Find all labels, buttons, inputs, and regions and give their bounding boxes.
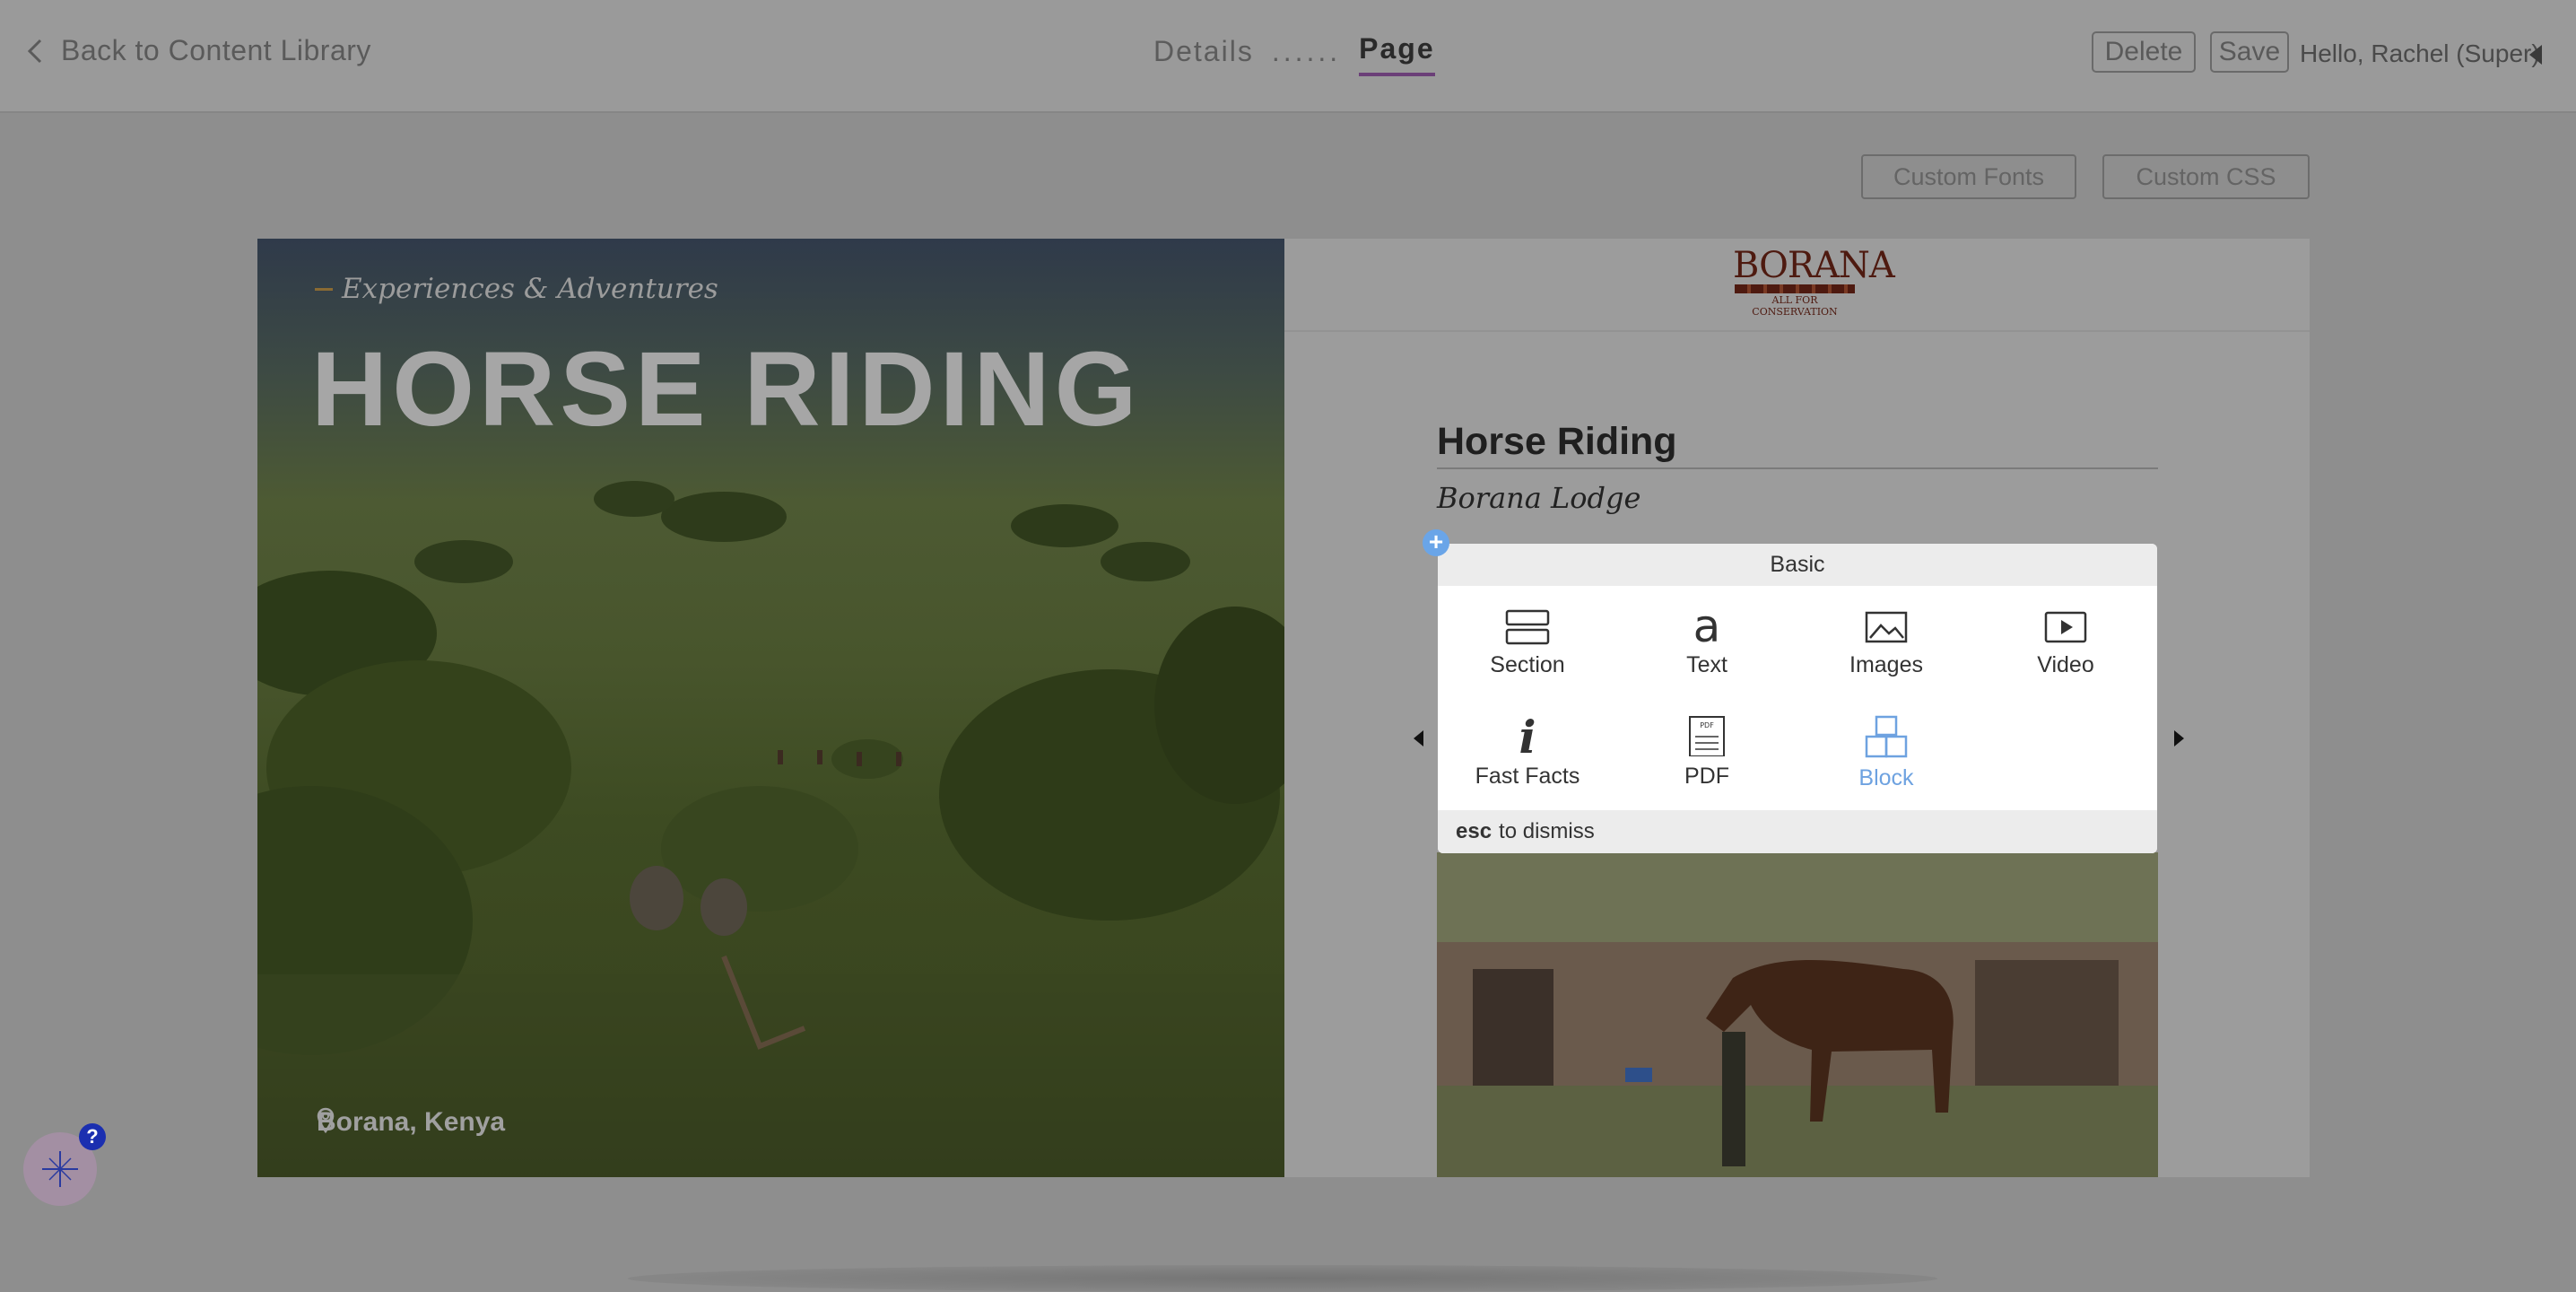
logo-header: BORANA ALL FOR CONSERVATION [1284,239,2310,332]
text-icon: a [1693,609,1721,645]
block-label: Block [1858,765,1914,790]
block-icon [1865,715,1908,758]
pdf-label: PDF [1684,764,1729,789]
tab-details[interactable]: Details [1153,35,1254,68]
hero-location: Borana, Kenya [317,1107,505,1138]
svg-text:PDF: PDF [1700,721,1714,729]
help-widget-button[interactable]: ? [23,1123,106,1206]
section-icon [1505,609,1550,645]
popover-footer: esc to dismiss [1438,810,2157,853]
custom-css-button[interactable]: Custom CSS [2102,154,2310,199]
sparkle-icon [42,1151,78,1187]
logo-tagline: ALL FOR CONSERVATION [1752,294,1838,318]
user-greeting[interactable]: Hello, Rachel (Super) [2300,39,2540,68]
gallery-prev-arrow-icon[interactable] [1414,730,1423,746]
insert-pdf-option[interactable]: PDF PDF [1617,715,1797,790]
pdf-icon: PDF [1689,716,1725,756]
insert-section-option[interactable]: Section [1438,609,1617,678]
insert-text-option[interactable]: a Text [1617,609,1797,678]
text-label: Text [1686,652,1727,677]
hero-panel[interactable]: Experiences & Adventures HORSE RIDING Bo… [257,239,1284,1177]
insert-block-option[interactable]: Block [1797,715,1976,791]
chevron-left-icon [27,39,42,63]
document-subtitle[interactable]: Borana Lodge [1437,481,1640,515]
insert-images-option[interactable]: Images [1797,609,1976,678]
info-icon: i [1519,715,1536,756]
step-separator: ...... [1271,35,1342,67]
insert-video-option[interactable]: Video [1976,609,2155,678]
kicker-dash [315,287,333,291]
svg-text:i: i [1519,715,1536,756]
images-icon [1865,611,1908,643]
dismiss-key: esc [1456,819,1493,843]
hero-kicker: Experiences & Adventures [315,273,718,305]
borana-logo: BORANA ALL FOR CONSERVATION [1733,245,1895,318]
section-label: Section [1490,652,1565,677]
hero-title: HORSE RIDING [311,330,1142,449]
save-button[interactable]: Save [2210,31,2289,73]
hero-kicker-text: Experiences & Adventures [342,273,718,305]
top-bar: Back to Content Library Details ...... P… [0,0,2576,113]
map-pin-icon [317,1107,335,1134]
back-to-library-link[interactable]: Back to Content Library [27,34,371,67]
custom-fonts-button[interactable]: Custom Fonts [1861,154,2076,199]
back-label: Back to Content Library [61,34,371,66]
logo-wordmark: BORANA [1733,245,1895,286]
add-block-plus-icon[interactable]: + [1423,529,1449,556]
gallery-image[interactable] [1437,852,2158,1177]
images-label: Images [1849,652,1923,677]
delete-button[interactable]: Delete [2092,31,2196,73]
help-badge: ? [79,1123,106,1150]
insert-fast-facts-option[interactable]: i Fast Facts [1438,715,1617,790]
block-type-grid: Section a Text Images Video i Fast Facts… [1438,586,2157,812]
hero-location-text: Borana, Kenya [317,1107,506,1137]
step-tabs: Details ...... Page [1153,32,1436,76]
dismiss-text: to dismiss [1499,819,1595,843]
popover-heading: Basic [1438,544,2157,586]
gallery-next-arrow-icon[interactable] [2174,730,2184,746]
video-label: Video [2037,652,2094,677]
document-title[interactable]: Horse Riding [1437,420,2158,469]
stable-horse-photo [1437,852,2158,1177]
tab-page[interactable]: Page [1359,32,1436,76]
svg-text:a: a [1693,609,1721,645]
insert-block-popover: Basic Section a Text Images Video i Fast… [1438,544,2157,853]
video-icon [2044,611,2087,643]
fast-facts-label: Fast Facts [1475,764,1580,789]
user-menu-caret-icon[interactable] [2529,45,2542,65]
